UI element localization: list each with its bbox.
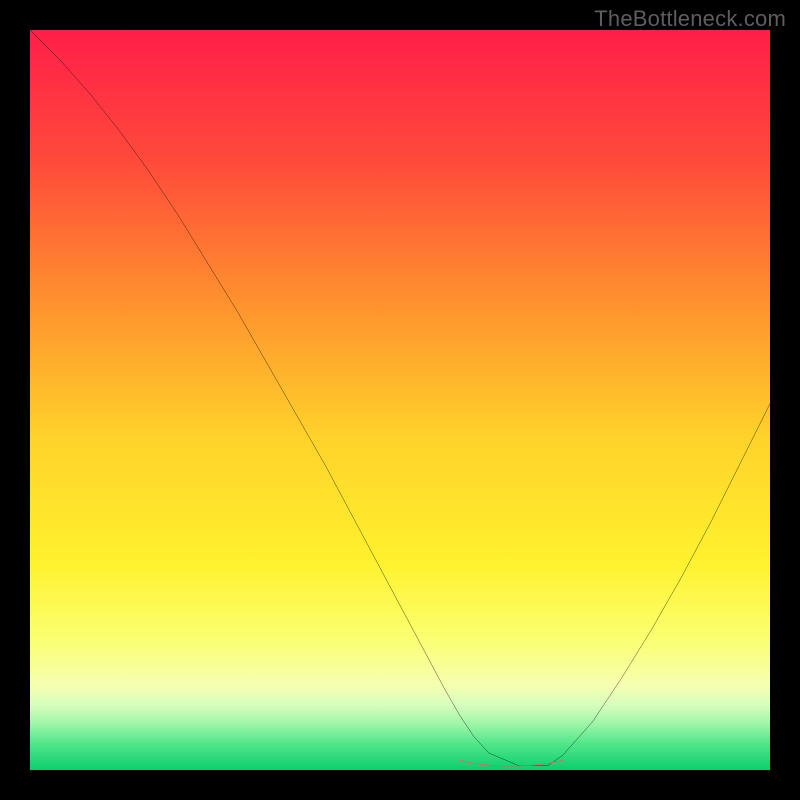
chart-frame: TheBottleneck.com — [0, 0, 800, 800]
chart-background — [30, 30, 770, 770]
bottleneck-chart — [30, 30, 770, 770]
watermark-text: TheBottleneck.com — [594, 6, 786, 32]
